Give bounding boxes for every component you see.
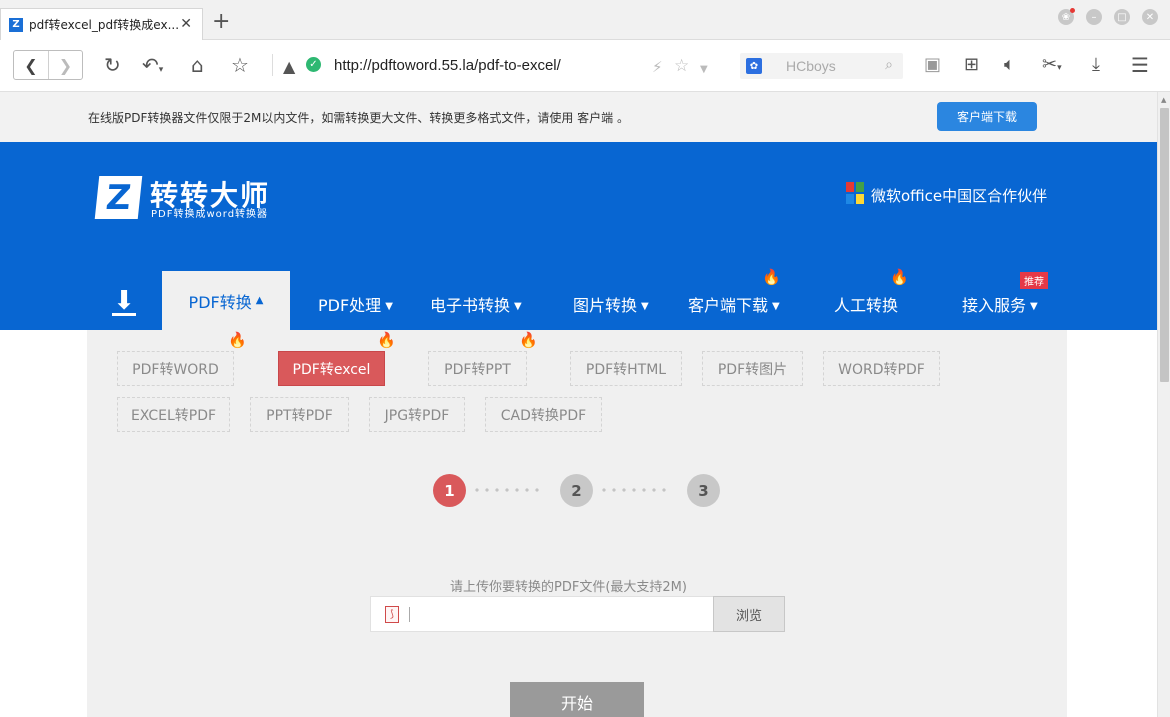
text-cursor [409, 607, 410, 622]
caret-up-icon: ▲ [255, 295, 264, 306]
step-connector [599, 488, 671, 492]
nav-label: 图片转换 [573, 296, 638, 315]
office-logo-yellow [856, 194, 864, 204]
bookmark-star-icon[interactable]: ☆ [231, 53, 249, 77]
nav-ebook-convert[interactable]: 电子书转换 ▼ [430, 292, 522, 316]
chip-cad-to-pdf[interactable]: CAD转换PDF [485, 397, 602, 432]
file-path-input[interactable]: ⟆ [370, 596, 714, 632]
skin-icon[interactable]: ❀ [1058, 8, 1075, 25]
undo-close-icon[interactable]: ↶▾ [142, 53, 163, 82]
hot-flame-icon: 🔥 [890, 268, 909, 286]
site-favicon-icon: Z [9, 17, 23, 32]
caret-down-icon: ▼ [1030, 301, 1038, 312]
logo-icon[interactable]: Z [94, 176, 143, 219]
client-download-button[interactable]: 客户端下载 [937, 102, 1037, 131]
maximize-icon[interactable]: □ [1114, 9, 1130, 25]
verified-shield-icon: ✓ [306, 57, 321, 72]
converter-panel: PDF转WORD 🔥 PDF转excel 🔥 PDF转PPT 🔥 PDF转HTM… [87, 330, 1067, 717]
nav-pdf-convert[interactable]: PDF转换 ▲ [162, 271, 290, 330]
nav-image-convert[interactable]: 图片转换 ▼ [573, 292, 649, 316]
speed-mode-icon[interactable]: ⚡ [652, 55, 663, 79]
screenshot-icon[interactable]: ▣ [924, 53, 941, 77]
caret-down-icon: ▼ [641, 301, 649, 312]
caret-down-icon: ▼ [514, 301, 522, 312]
notice-bar: 在线版PDF转换器文件仅限于2M以内文件，如需转换更大文件、转换更多格式文件，请… [0, 92, 1157, 142]
caret-down-icon: ▼ [385, 301, 393, 312]
step-indicator: 3 [687, 474, 720, 507]
close-window-icon[interactable]: ✕ [1142, 9, 1158, 25]
hot-flame-icon: 🔥 [377, 331, 396, 349]
chip-pdf-to-image[interactable]: PDF转图片 [702, 351, 803, 386]
address-bar[interactable]: http://pdftoword.55.la/pdf-to-excel/ [334, 57, 561, 74]
search-box[interactable]: ✿ HCboys ⌕ [740, 53, 903, 79]
partner-text: 微软office中国区合作伙伴 [871, 187, 1048, 205]
step-indicator: 2 [560, 474, 593, 507]
scroll-thumb[interactable] [1160, 108, 1169, 382]
browser-toolbar: ❮ ❯ ↻ ↶▾ ⌂ ☆ ▲ ✓ http://pdftoword.55.la/… [0, 40, 1170, 92]
nav-label: 接入服务 [962, 296, 1027, 315]
office-logo-icon [846, 182, 864, 204]
start-button[interactable]: 开始 [510, 682, 644, 717]
chip-word-to-pdf[interactable]: WORD转PDF [823, 351, 940, 386]
pdf-file-icon: ⟆ [385, 606, 399, 623]
office-logo-red [846, 182, 854, 192]
search-icon[interactable]: ⌕ [885, 57, 893, 73]
chip-ppt-to-pdf[interactable]: PPT转PDF [250, 397, 349, 432]
search-input[interactable]: HCboys [786, 58, 836, 74]
site-header: Z 转转大师 PDF转换成word转换器 微软office中国区合作伙伴 ⬇ P… [0, 142, 1157, 330]
notice-text: 在线版PDF转换器文件仅限于2M以内文件，如需转换更大文件、转换更多格式文件，请… [88, 111, 629, 125]
nav-pdf-process[interactable]: PDF处理 ▼ [318, 292, 393, 316]
browser-tab-strip: Z pdf转excel_pdf转换成ex... ✕ + ❀ – □ ✕ [0, 0, 1170, 40]
favorite-icon[interactable]: ☆ [674, 54, 689, 78]
upload-label: 请上传你要转换的PDF文件(最大支持2M) [450, 580, 687, 595]
chip-jpg-to-pdf[interactable]: JPG转PDF [369, 397, 465, 432]
chip-pdf-to-ppt[interactable]: PDF转PPT [428, 351, 527, 386]
hot-flame-icon: 🔥 [519, 331, 538, 349]
page-scrollbar[interactable]: ▲ [1157, 92, 1170, 717]
hot-flame-icon: 🔥 [228, 331, 247, 349]
minimize-icon[interactable]: – [1086, 9, 1102, 25]
nav-label: 人工转换 [834, 296, 899, 315]
step-indicator: 1 [433, 474, 466, 507]
address-dropdown-icon[interactable]: ▼ [700, 58, 708, 82]
history-nav: ❮ ❯ [13, 50, 83, 80]
scroll-up-icon[interactable]: ▲ [1161, 96, 1166, 104]
scissors-icon[interactable]: ✂▾ [1042, 53, 1062, 80]
download-icon[interactable]: ⤓ [1092, 53, 1100, 77]
menu-icon[interactable]: ☰ [1131, 53, 1149, 77]
nav-client-download[interactable]: 客户端下载 ▼ [688, 292, 780, 316]
site-security-icon[interactable]: ▲ [283, 55, 295, 79]
tab-close-icon[interactable]: ✕ [180, 16, 192, 32]
nav-label: 电子书转换 [430, 296, 511, 315]
chip-pdf-to-excel[interactable]: PDF转excel [278, 351, 385, 386]
nav-label: PDF处理 [318, 296, 382, 315]
apps-icon[interactable]: ⊞ [964, 53, 979, 77]
home-icon[interactable]: ⌂ [191, 53, 204, 77]
reload-icon[interactable]: ↻ [104, 53, 121, 77]
chip-pdf-to-word[interactable]: PDF转WORD [117, 351, 234, 386]
caret-down-icon: ▼ [772, 301, 780, 312]
chip-excel-to-pdf[interactable]: EXCEL转PDF [117, 397, 230, 432]
nav-label: 客户端下载 [688, 296, 769, 315]
sound-icon[interactable]: 🔈︎ [1004, 53, 1015, 77]
recommend-badge: 推荐 [1020, 272, 1048, 289]
chip-pdf-to-html[interactable]: PDF转HTML [570, 351, 682, 386]
step-connector [472, 488, 544, 492]
forward-button[interactable]: ❯ [47, 51, 82, 79]
browse-button[interactable]: 浏览 [713, 596, 785, 632]
nav-manual-convert[interactable]: 人工转换 [834, 292, 898, 316]
browser-tab[interactable]: Z pdf转excel_pdf转换成ex... ✕ [0, 8, 203, 40]
office-logo-green [856, 182, 864, 192]
back-button[interactable]: ❮ [14, 51, 48, 79]
hot-flame-icon: 🔥 [762, 268, 781, 286]
toolbar-divider [272, 54, 273, 76]
nav-download-icon[interactable]: ⬇ [110, 288, 138, 316]
tab-title: pdf转excel_pdf转换成ex... [29, 18, 179, 32]
office-logo-blue [846, 194, 854, 204]
logo-subtitle: PDF转换成word转换器 [151, 209, 269, 220]
nav-label: PDF转换 [188, 292, 252, 312]
nav-access-service[interactable]: 接入服务 ▼ [962, 292, 1038, 316]
new-tab-button[interactable]: + [212, 11, 230, 33]
baidu-engine-icon[interactable]: ✿ [746, 58, 762, 74]
